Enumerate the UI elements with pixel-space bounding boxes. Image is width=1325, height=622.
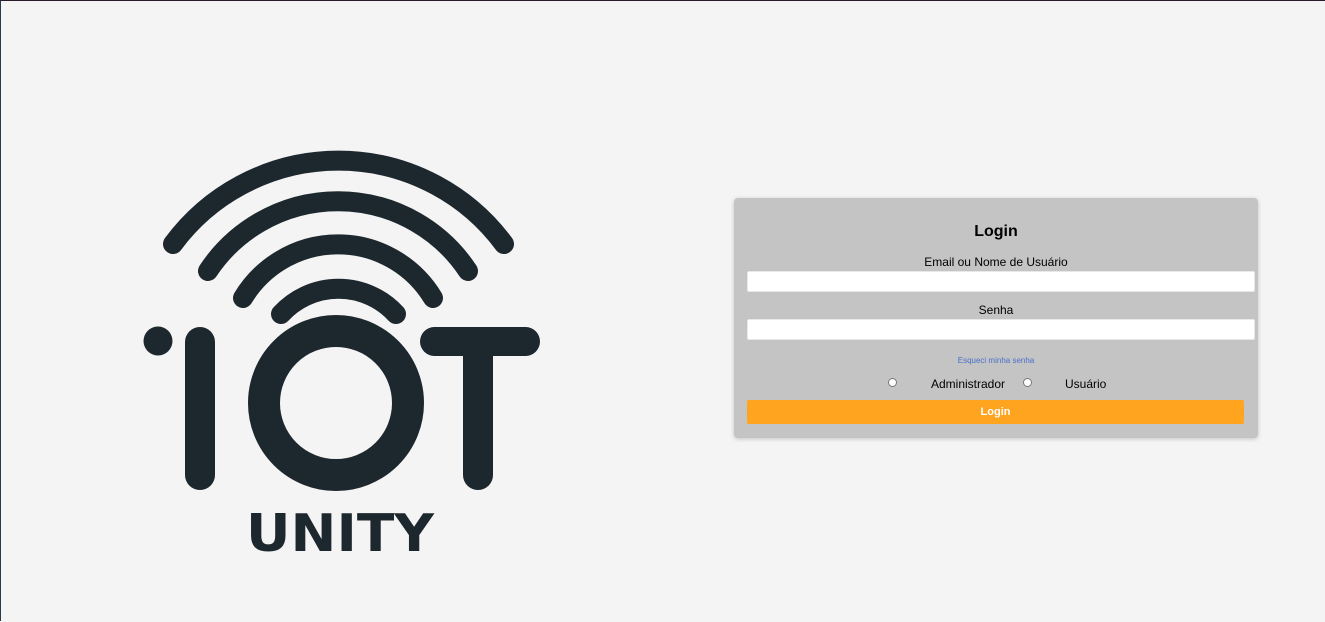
role-user-radio[interactable] <box>1023 378 1032 387</box>
email-input[interactable] <box>747 271 1255 292</box>
logo-i-dot <box>143 326 173 356</box>
password-label: Senha <box>978 303 1014 317</box>
signal-arc-4 <box>271 278 406 324</box>
login-button[interactable]: Login <box>747 400 1244 424</box>
logo-i-stem <box>185 327 215 490</box>
iot-unity-logo: UNITY <box>143 150 540 564</box>
login-title: Login <box>974 223 1018 240</box>
logo-unity-text: UNITY <box>246 504 435 564</box>
role-admin-radio[interactable] <box>888 378 897 387</box>
email-label: Email ou Nome de Usuário <box>924 255 1068 269</box>
role-admin-label: Administrador <box>931 377 1006 391</box>
password-input[interactable] <box>747 319 1255 340</box>
role-user-label: Usuário <box>1065 377 1107 391</box>
forgot-password-link[interactable]: Esqueci minha senha <box>734 356 1258 365</box>
login-card: Login Email ou Nome de Usuário Senha Esq… <box>734 198 1258 438</box>
logo-o <box>248 315 424 491</box>
logo-t-stem <box>463 331 493 490</box>
